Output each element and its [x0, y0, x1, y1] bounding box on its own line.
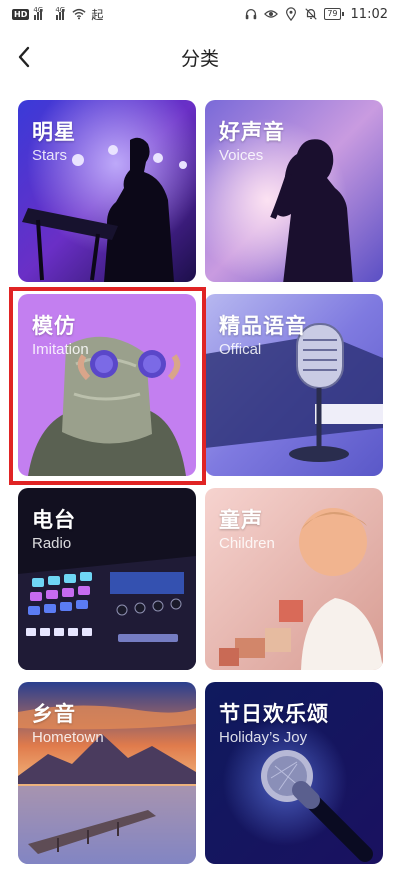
- status-time: 11:02: [350, 6, 388, 22]
- category-card-radio[interactable]: 电台 Radio: [18, 488, 196, 670]
- card-title-zh: 乡音: [32, 702, 76, 726]
- category-card-voices[interactable]: 好声音 Voices: [205, 100, 383, 282]
- status-extra: 起: [91, 7, 104, 22]
- card-title-zh: 明星: [32, 120, 76, 144]
- category-card-stars[interactable]: 明星 Stars: [18, 100, 196, 282]
- signal-icon: 4G: [33, 6, 45, 20]
- card-title-en: Offical: [219, 341, 262, 358]
- eye-icon: [264, 10, 279, 18]
- card-title-zh: 精品语音: [219, 314, 307, 338]
- category-card-offical[interactable]: 精品语音 Offical: [205, 294, 383, 476]
- card-title-en: Imitation: [32, 341, 89, 358]
- card-title-zh: 电台: [32, 508, 76, 532]
- hd-badge: HD: [12, 8, 30, 20]
- nav-bar: 分类: [0, 28, 400, 86]
- signal-icon-2: 4G: [55, 6, 67, 20]
- card-title-en: Radio: [32, 535, 72, 552]
- wifi-icon: [72, 8, 86, 20]
- status-bar: HD 4G 4G 起 79 11:02: [0, 0, 400, 28]
- battery-icon: 79: [324, 8, 344, 20]
- card-title-en: Children: [219, 535, 275, 552]
- card-title-zh: 童声: [219, 508, 263, 532]
- page-title: 分类: [180, 47, 219, 70]
- location-icon: [286, 7, 297, 21]
- chevron-left-icon: [18, 46, 30, 68]
- category-card-hometown[interactable]: 乡音 Hometown: [18, 682, 196, 864]
- mute-bell-icon: [305, 8, 318, 20]
- headphone-icon: [246, 8, 257, 20]
- card-title-zh: 好声音: [219, 120, 285, 144]
- card-title-en: Voices: [219, 147, 264, 164]
- category-card-holidays-joy[interactable]: 节日欢乐颂 Holiday’s Joy: [205, 682, 383, 864]
- card-title-en: Stars: [32, 147, 68, 164]
- category-card-children[interactable]: 童声 Children: [205, 488, 383, 670]
- card-title-en: Holiday’s Joy: [219, 729, 308, 746]
- card-title-zh: 模仿: [32, 314, 76, 338]
- back-button[interactable]: [8, 41, 40, 73]
- card-title-zh: 节日欢乐颂: [219, 702, 329, 726]
- category-card-imitation[interactable]: 模仿 Imitation: [18, 294, 196, 476]
- card-title-en: Hometown: [32, 729, 104, 746]
